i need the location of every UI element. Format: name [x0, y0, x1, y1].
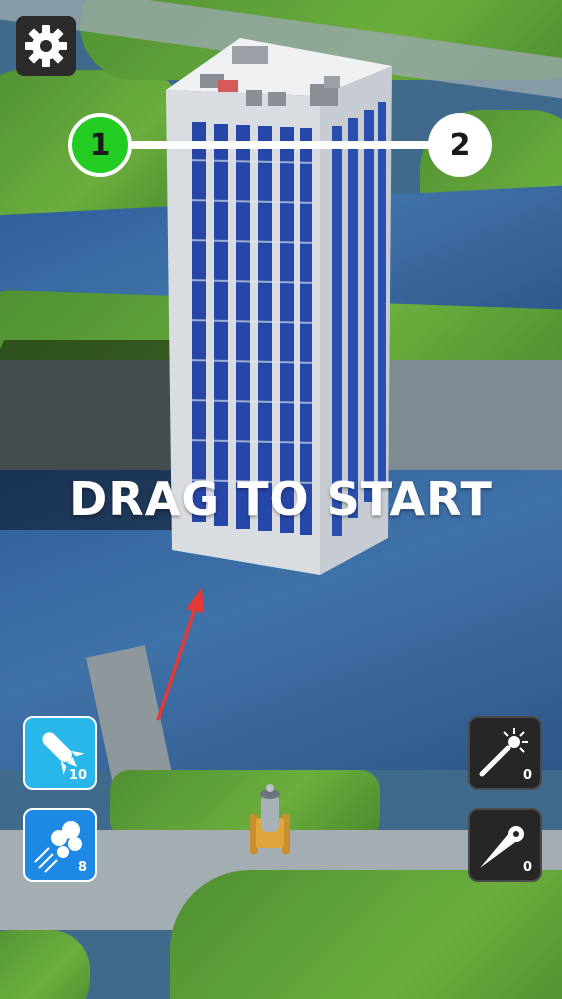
level-step-1-label: 1 — [89, 127, 111, 163]
missile-powerup-button[interactable]: 10 — [23, 716, 97, 790]
grass-bottom-left — [0, 930, 90, 999]
comet-count: 0 — [522, 860, 532, 875]
comet-powerup-button[interactable]: 0 — [468, 808, 542, 882]
missile-count: 10 — [68, 768, 87, 783]
level-progress-line — [130, 141, 434, 149]
spark-wand-powerup-button[interactable]: 0 — [468, 716, 542, 790]
level-step-1: 1 — [68, 113, 132, 177]
drag-to-start-prompt: DRAG TO START — [69, 472, 493, 526]
cannon-icon[interactable] — [244, 780, 296, 856]
aim-arrow-icon — [156, 587, 204, 721]
cluster-shot-powerup-button[interactable]: 8 — [23, 808, 97, 882]
spark-wand-count: 0 — [522, 768, 532, 783]
level-step-2: 2 — [428, 113, 492, 177]
gear-icon — [25, 25, 67, 67]
settings-button[interactable] — [16, 16, 76, 76]
grass-bottom — [170, 870, 562, 999]
level-step-2-label: 2 — [449, 127, 471, 163]
cluster-shot-count: 8 — [77, 860, 87, 875]
